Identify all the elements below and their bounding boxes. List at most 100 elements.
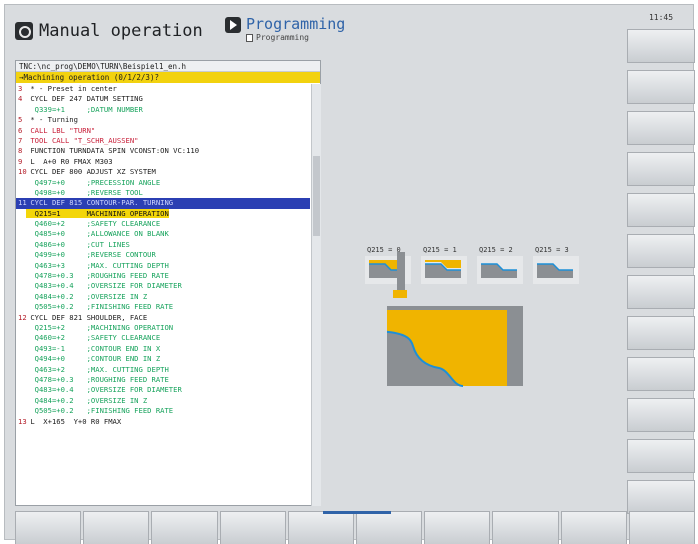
program-line[interactable]: 8 FUNCTION TURNDATA SPIN VCONST:ON VC:11… — [16, 146, 310, 156]
manual-mode-icon — [15, 22, 33, 40]
line-text: CYCL DEF 815 CONTOUR-PAR. TURNING — [26, 198, 174, 208]
program-line[interactable]: 4 CYCL DEF 247 DATUM SETTING — [16, 94, 310, 104]
line-number: 3 — [18, 84, 23, 93]
program-line[interactable]: Q497=+0 ;PRECESSION ANGLE — [16, 178, 310, 188]
mode-header[interactable]: Manual operation — [15, 13, 215, 49]
softkey-5[interactable] — [287, 511, 355, 544]
programming-mode-icon — [225, 17, 241, 33]
program-line[interactable]: 7 TOOL CALL "T_SCHR_AUSSEN" — [16, 136, 310, 146]
vertical-softkey-12[interactable] — [627, 480, 695, 514]
vertical-softkey-4[interactable] — [627, 152, 695, 186]
program-line[interactable]: Q483=+0.4 ;OVERSIZE FOR DIAMETER — [16, 385, 310, 395]
program-editor[interactable]: TNC:\nc_prog\DEMO\TURN\Beispiel1_en.h →M… — [15, 60, 321, 506]
vertical-softkey-2[interactable] — [627, 70, 695, 104]
line-text: TOOL CALL "T_SCHR_AUSSEN" — [26, 135, 139, 145]
line-text: CYCL DEF 247 DATUM SETTING — [26, 94, 143, 104]
program-line[interactable]: Q339=+1 ;DATUM NUMBER — [16, 105, 310, 115]
program-line[interactable]: Q463=+3 ;MAX. CUTTING DEPTH — [16, 261, 310, 271]
program-line[interactable]: Q478=+0.3 ;ROUGHING FEED RATE — [16, 271, 310, 281]
program-line[interactable]: 5 * - Turning — [16, 115, 310, 125]
line-text: Q498=+0 ;REVERSE TOOL — [26, 187, 143, 197]
program-line[interactable]: 12 CYCL DEF 821 SHOULDER, FACE — [16, 313, 310, 323]
contour-turning-graphic — [387, 252, 523, 387]
line-text: Q486=+0 ;CUT LINES — [26, 239, 130, 249]
vertical-softkey-10[interactable] — [627, 398, 695, 432]
softkey-4[interactable] — [219, 511, 286, 544]
line-text: CYCL DEF 800 ADJUST XZ SYSTEM — [26, 167, 156, 177]
softkey-9[interactable] — [560, 511, 627, 544]
line-text: Q339=+1 ;DATUM NUMBER — [26, 104, 143, 114]
line-number: 4 — [18, 94, 23, 104]
program-lines[interactable]: 3 * - Preset in center 4 CYCL DEF 247 DAT… — [16, 84, 310, 427]
active-mode-subtitle: Programming — [246, 33, 345, 42]
line-text: Q460=+2 ;SAFETY CLEARANCE — [26, 333, 161, 343]
program-line[interactable]: Q483=+0.4 ;OVERSIZE FOR DIAMETER — [16, 281, 310, 291]
scrollbar-thumb[interactable] — [313, 156, 320, 236]
vertical-softkey-3[interactable] — [627, 111, 695, 145]
program-line[interactable]: 6 CALL LBL "TURN" — [16, 126, 310, 136]
program-path: TNC:\nc_prog\DEMO\TURN\Beispiel1_en.h — [16, 61, 320, 72]
line-text: Q494=+0 ;CONTOUR END IN Z — [26, 354, 161, 364]
vertical-softkey-11[interactable] — [627, 439, 695, 473]
vertical-softkey-8[interactable] — [627, 316, 695, 350]
line-text: Q478=+0.3 ;ROUGHING FEED RATE — [26, 271, 169, 281]
vertical-softkey-5[interactable] — [627, 193, 695, 227]
program-line[interactable]: Q463=+2 ;MAX. CUTTING DEPTH — [16, 365, 310, 375]
clock: 11:45 — [648, 13, 674, 22]
vertical-softkey-9[interactable] — [627, 357, 695, 391]
horizontal-softkeys — [15, 511, 696, 544]
program-line[interactable]: Q460=+2 ;SAFETY CLEARANCE — [16, 219, 310, 229]
help-graphic: Q215 = 0 Q215 = 1 Q215 = 2 Q215 = 3 — [323, 60, 625, 506]
turning-insert — [393, 290, 407, 298]
line-text: Q484=+0.2 ;OVERSIZE IN Z — [26, 395, 148, 405]
program-line[interactable]: Q215=1 MACHINING OPERATION — [16, 208, 310, 219]
line-number: 5 — [18, 115, 23, 125]
program-line[interactable]: Q484=+0.2 ;OVERSIZE IN Z — [16, 396, 310, 406]
program-line[interactable]: 10 CYCL DEF 800 ADJUST XZ SYSTEM — [16, 167, 310, 177]
active-mode-header[interactable]: Programming Programming — [225, 13, 345, 49]
softkey-2[interactable] — [83, 511, 150, 544]
program-line[interactable]: Q494=+0 ;CONTOUR END IN Z — [16, 354, 310, 364]
line-text: * - Preset in center — [26, 84, 117, 93]
program-line[interactable]: Q215=+2 ;MACHINING OPERATION — [16, 323, 310, 333]
softkey-7[interactable] — [424, 511, 491, 544]
vertical-softkey-1[interactable] — [627, 29, 695, 63]
softkey-6[interactable] — [356, 511, 423, 544]
line-number: 13 — [18, 416, 27, 426]
program-line[interactable]: Q484=+0.2 ;OVERSIZE IN Z — [16, 292, 310, 302]
line-text: Q463=+2 ;MAX. CUTTING DEPTH — [26, 364, 169, 374]
softkey-8[interactable] — [492, 511, 559, 544]
line-number: 7 — [18, 135, 23, 145]
vertical-softkey-7[interactable] — [627, 275, 695, 309]
q215-option-3-label: Q215 = 3 — [535, 246, 569, 254]
program-line[interactable]: Q485=+0 ;ALLOWANCE ON BLANK — [16, 229, 310, 239]
active-mode-title: Programming — [246, 15, 346, 33]
program-line[interactable]: Q478=+0.3 ;ROUGHING FEED RATE — [16, 375, 310, 385]
program-line[interactable]: Q460=+2 ;SAFETY CLEARANCE — [16, 333, 310, 343]
line-text: Q460=+2 ;SAFETY CLEARANCE — [26, 219, 161, 229]
softkey-10[interactable] — [628, 511, 696, 544]
dialog-prompt: →Machining operation (0/1/2/3)? — [16, 72, 320, 83]
line-number: 12 — [18, 312, 27, 322]
softkey-1[interactable] — [15, 511, 82, 544]
line-text: Q483=+0.4 ;OVERSIZE FOR DIAMETER — [26, 281, 182, 291]
softkey-3[interactable] — [151, 511, 218, 544]
vertical-softkey-6[interactable] — [627, 234, 695, 268]
program-line[interactable]: Q493=-1 ;CONTOUR END IN X — [16, 344, 310, 354]
vertical-softkeys — [627, 29, 695, 521]
program-line[interactable]: 11 CYCL DEF 815 CONTOUR-PAR. TURNING — [16, 198, 310, 209]
line-number: 11 — [18, 198, 27, 208]
program-line[interactable]: 13 L X+165 Y+0 R0 FMAX — [16, 417, 310, 427]
program-line[interactable]: Q505=+0.2 ;FINISHING FEED RATE — [16, 302, 310, 312]
program-line[interactable]: Q505=+0.2 ;FINISHING FEED RATE — [16, 406, 310, 416]
document-icon — [246, 33, 253, 42]
line-text: Q493=-1 ;CONTOUR END IN X — [26, 343, 161, 353]
program-line[interactable]: Q486=+0 ;CUT LINES — [16, 240, 310, 250]
editor-scrollbar[interactable] — [311, 84, 321, 506]
program-line[interactable]: 3 * - Preset in center — [16, 84, 310, 94]
line-text: Q505=+0.2 ;FINISHING FEED RATE — [26, 406, 174, 416]
program-line[interactable]: Q498=+0 ;REVERSE TOOL — [16, 188, 310, 198]
program-line[interactable]: Q499=+0 ;REVERSE CONTOUR — [16, 250, 310, 260]
program-line[interactable]: 9 L A+0 R0 FMAX M303 — [16, 157, 310, 167]
line-text: Q483=+0.4 ;OVERSIZE FOR DIAMETER — [26, 385, 182, 395]
